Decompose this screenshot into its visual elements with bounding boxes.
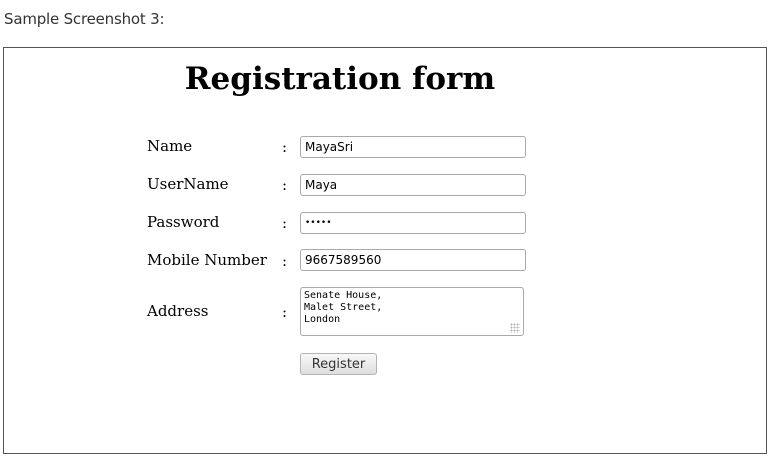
address-label: Address [147,302,209,320]
screenshot-caption: Sample Screenshot 3: [4,10,165,28]
username-input[interactable] [300,174,526,196]
address-textarea[interactable] [300,287,524,336]
mobile-number-label: Mobile Number [147,251,267,269]
name-colon: : [282,138,288,156]
mobile-number-input[interactable] [300,249,526,271]
mobile-number-colon: : [282,252,288,270]
password-input[interactable] [300,212,526,234]
name-input[interactable] [300,136,526,158]
username-colon: : [282,176,288,194]
register-button[interactable]: Register [300,353,377,375]
registration-form-frame: Registration form Name : UserName : Pass… [3,47,767,454]
password-colon: : [282,214,288,232]
username-label: UserName [147,175,229,193]
address-colon: : [282,303,288,321]
password-label: Password [147,213,220,231]
form-title: Registration form [184,61,496,97]
name-label: Name [147,137,193,155]
